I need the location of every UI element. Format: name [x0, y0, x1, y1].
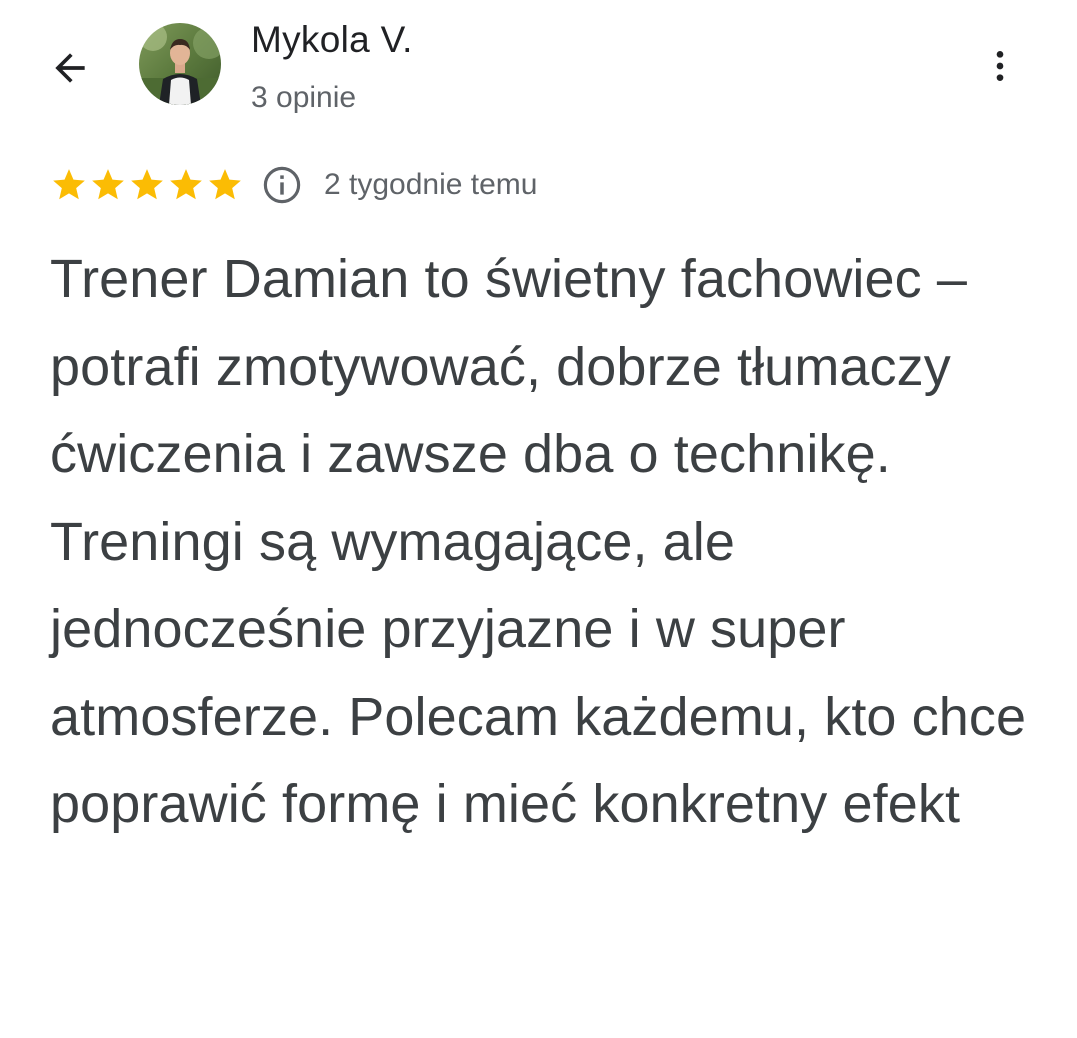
reviewer-name[interactable]: Mykola V.: [251, 18, 413, 62]
arrow-back-icon: [55, 53, 85, 83]
star-icon: [92, 169, 124, 200]
info-icon: [263, 166, 301, 204]
review-header: Mykola V. 3 opinie: [0, 0, 1077, 140]
star-rating: [50, 166, 244, 204]
back-button[interactable]: [38, 40, 102, 96]
reviewer-review-count: 3 opinie: [251, 81, 357, 114]
review-meta-row: 2 tygodnie temu: [50, 162, 537, 208]
avatar[interactable]: [139, 23, 221, 105]
star-icon: [131, 169, 163, 200]
info-button[interactable]: [260, 163, 304, 207]
review-text: Trener Damian to świetny fachowiec – pot…: [50, 249, 1027, 834]
more-vert-icon: [996, 51, 1004, 81]
star-icon: [170, 169, 202, 200]
avatar-photo: [139, 23, 221, 105]
star-icon: [209, 169, 241, 200]
more-options-button[interactable]: [972, 38, 1028, 94]
star-icon: [53, 169, 85, 200]
review-date: 2 tygodnie temu: [324, 168, 538, 201]
